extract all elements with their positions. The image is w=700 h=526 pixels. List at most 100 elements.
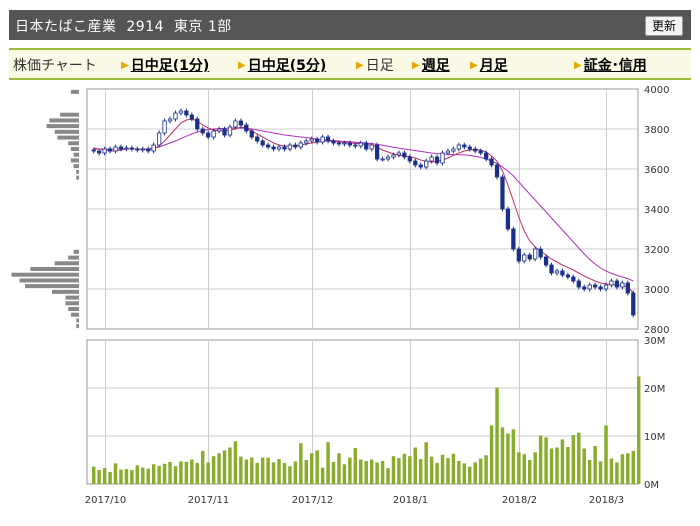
volume-bar <box>244 459 249 484</box>
volume-bar <box>119 469 123 484</box>
volume-bar <box>266 457 270 484</box>
candle-body <box>505 208 511 230</box>
volume-bar <box>604 425 608 484</box>
volume-bar <box>141 467 145 484</box>
volume-bar <box>626 453 630 484</box>
candle-body <box>342 142 347 145</box>
candle-body <box>353 144 358 147</box>
volume-bar <box>260 457 265 484</box>
candle-body <box>385 156 391 160</box>
volume-bar <box>533 452 537 484</box>
candle-body <box>429 156 434 162</box>
candle-body <box>620 282 625 288</box>
candle-body <box>336 142 342 145</box>
candle-body <box>533 248 538 260</box>
volume-profile-bar <box>65 301 79 306</box>
volume-bar <box>587 460 592 484</box>
candle-body <box>625 282 630 294</box>
volume-bar <box>315 450 319 484</box>
volume-bar <box>184 461 189 484</box>
candle-body <box>603 284 609 290</box>
candle-body <box>107 148 113 152</box>
volume-bar <box>549 448 554 484</box>
volume-tick-label: 0M <box>644 480 659 491</box>
volume-tick-label: 30M <box>644 336 665 347</box>
price-tick-label: 4000 <box>644 85 669 96</box>
volume-bar <box>538 435 543 484</box>
volume-bar <box>124 469 129 484</box>
volume-bar <box>282 462 287 484</box>
candle-body <box>249 130 254 138</box>
candle-body <box>206 132 211 138</box>
date-tick-label: 2018/2 <box>502 495 537 506</box>
volume-bar <box>320 467 325 484</box>
volume-profile-bar <box>11 272 79 277</box>
volume-bar <box>484 455 488 484</box>
candle-body <box>216 128 222 132</box>
candle-body <box>391 154 396 158</box>
candle-body <box>358 142 363 147</box>
candle-body <box>489 158 494 166</box>
volume-bar <box>151 464 156 484</box>
candle-body <box>614 280 620 288</box>
candle-body <box>440 152 445 164</box>
candle-body <box>287 144 293 150</box>
volume-bar <box>250 457 254 484</box>
stock-chart: 4000 3800 3600 3400 3200 3000 280030M 20M 10M 0M 2… <box>11 85 669 506</box>
candle-body <box>402 152 407 158</box>
candle-body <box>478 150 483 154</box>
candle-body <box>265 144 271 148</box>
volume-bar <box>380 460 385 484</box>
candle-body <box>511 228 516 250</box>
volume-bar <box>555 447 559 484</box>
volume-bar <box>582 448 586 484</box>
date-tick-label: 2018/1 <box>393 495 428 506</box>
candle-body <box>146 148 151 152</box>
volume-bar <box>473 462 477 484</box>
volume-bar <box>342 464 347 484</box>
candle-body <box>609 280 614 286</box>
volume-bar <box>206 462 210 484</box>
volume-profile-bar <box>70 158 79 163</box>
volume-profile-bar <box>19 278 80 283</box>
volume-bar <box>598 461 603 484</box>
volume-bar <box>201 450 205 484</box>
volume-profile-bar <box>54 261 79 266</box>
candle-body <box>129 147 134 150</box>
volume-bar <box>435 462 439 484</box>
volume-bar <box>391 456 396 484</box>
volume-bar <box>168 461 172 484</box>
volume-bar <box>353 448 358 484</box>
candle-body <box>593 284 598 288</box>
candle-body <box>167 118 173 122</box>
candle-body <box>413 160 418 166</box>
volume-bar <box>468 466 472 484</box>
volume-bar <box>637 376 641 484</box>
candle-body <box>467 146 472 150</box>
volume-bar <box>369 459 374 484</box>
candle-body <box>238 120 243 126</box>
volume-bar <box>408 456 412 484</box>
volume-bar <box>162 463 167 484</box>
volume-bar <box>577 432 581 484</box>
date-tick-label: 2017/11 <box>188 495 230 506</box>
volume-bar <box>348 457 352 484</box>
candle-body <box>260 140 265 146</box>
candle-body <box>293 144 298 148</box>
candle-body <box>184 110 189 116</box>
candle-body <box>113 146 118 152</box>
volume-bar <box>429 456 434 484</box>
volume-bar <box>500 427 505 484</box>
volume-bar <box>228 447 232 484</box>
volume-profile-bar <box>76 169 79 174</box>
candle-body <box>549 264 554 274</box>
candle-body <box>500 176 505 210</box>
volume-profile-bar <box>49 118 79 123</box>
candle-body <box>189 114 194 120</box>
volume-profile-bar <box>73 249 79 254</box>
volume-tick-label: 20M <box>644 384 665 395</box>
volume-profile-bar <box>68 141 79 146</box>
candle-body <box>331 140 336 144</box>
candle-body <box>178 110 184 114</box>
candle-body <box>118 146 124 150</box>
